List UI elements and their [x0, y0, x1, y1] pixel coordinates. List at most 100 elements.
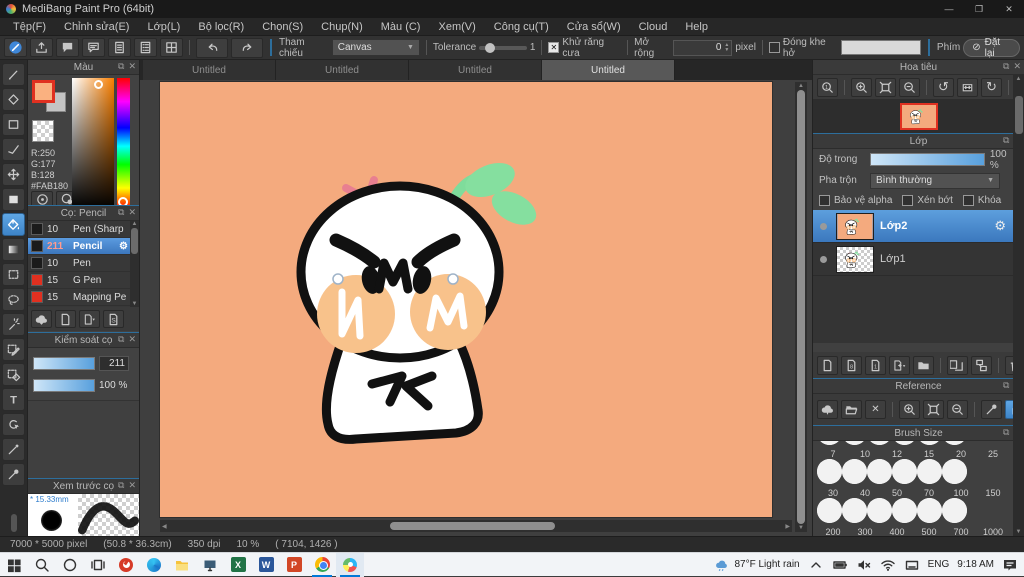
bucket-tool[interactable] — [2, 213, 25, 236]
select-eraser-tool[interactable] — [2, 363, 25, 386]
popout-icon[interactable]: ⧉ — [1003, 380, 1009, 391]
close-icon[interactable]: ✕ — [128, 207, 136, 218]
brush-size-value[interactable]: 211 — [99, 355, 129, 371]
zoom-in-button[interactable] — [851, 77, 872, 97]
brush-size-cell[interactable]: 150 — [977, 487, 1009, 498]
close-button[interactable]: ✕ — [994, 0, 1024, 18]
add-1bit-layer-button[interactable]: 1 — [865, 355, 886, 375]
brush-size-cell[interactable]: 400 — [881, 526, 913, 537]
saturation-value-square[interactable] — [72, 78, 114, 205]
color-wheel-button[interactable] — [31, 191, 53, 205]
menu-item[interactable]: Help — [676, 18, 717, 36]
menu-item[interactable]: Bộ lọc(R) — [189, 18, 253, 36]
brush-size-cell[interactable]: 50 — [881, 487, 913, 498]
brush-size-cell[interactable]: 30 — [817, 487, 849, 498]
popout-icon[interactable]: ⧉ — [118, 480, 124, 491]
popout-icon[interactable]: ⧉ — [118, 207, 124, 218]
reset-rotation-button[interactable] — [957, 77, 978, 97]
brush-size-cell[interactable]: 40 — [849, 487, 881, 498]
search-button[interactable] — [28, 553, 56, 577]
eyedropper-tool[interactable] — [2, 463, 25, 486]
reference-dropdown[interactable]: Canvas ▼ — [331, 39, 420, 56]
monitor-app-icon[interactable] — [196, 553, 224, 577]
brush-size-circles[interactable] — [817, 459, 1011, 487]
brush-size-cell[interactable]: 15 — [913, 448, 945, 459]
brush-size-cell[interactable]: 300 — [849, 526, 881, 537]
rotate-cw-button[interactable]: ↻ — [981, 77, 1002, 97]
brush-size-cell[interactable]: 500 — [913, 526, 945, 537]
brush-size-cell[interactable]: 700 — [945, 526, 977, 537]
layer-visibility-dot[interactable] — [820, 255, 827, 263]
comment-button[interactable] — [56, 38, 79, 57]
eraser-tool[interactable] — [2, 88, 25, 111]
transparent-color-swatch[interactable] — [32, 120, 54, 142]
brush-list-scrollbar[interactable]: ▲ ▼ — [130, 221, 139, 307]
popout-icon[interactable]: ⧉ — [118, 334, 124, 345]
brush-size-cell[interactable]: 12 — [881, 448, 913, 459]
clipping-checkbox[interactable] — [902, 195, 914, 206]
drawing-canvas[interactable] — [160, 82, 772, 517]
layer-visibility-dot[interactable] — [820, 222, 827, 230]
file-explorer-icon[interactable] — [168, 553, 196, 577]
merge-layer-button[interactable] — [971, 355, 992, 375]
excel-icon[interactable]: X — [224, 553, 252, 577]
popout-icon[interactable]: ⧉ — [1003, 61, 1009, 72]
brush-size-scrollbar[interactable]: ▲ ▼ — [1013, 75, 1024, 536]
medibang-taskbar-icon[interactable] — [336, 552, 364, 577]
gradient-tool[interactable] — [2, 238, 25, 261]
tray-expand-chevron[interactable] — [808, 557, 824, 573]
tolerance-slider[interactable] — [479, 42, 527, 53]
publish-button[interactable] — [30, 38, 53, 57]
battery-icon[interactable] — [832, 557, 848, 573]
document-button[interactable] — [108, 38, 131, 57]
expand-spinner[interactable]: 0 ▲ ▼ — [673, 39, 733, 56]
brush-row[interactable]: 10 Pen — [28, 255, 131, 272]
cloud-open-button[interactable] — [817, 400, 838, 419]
add-brush-menu-button[interactable] — [79, 310, 100, 328]
powerpoint-icon[interactable]: P — [280, 553, 308, 577]
layer-opacity-slider[interactable] — [869, 153, 985, 166]
close-gap-input[interactable] — [840, 40, 921, 55]
rotate-ccw-button[interactable]: ↺ — [933, 77, 954, 97]
menu-item[interactable]: Chọn(S) — [253, 18, 312, 36]
fit-button[interactable] — [923, 400, 944, 419]
brush-row[interactable]: 15 Mapping Pe — [28, 289, 131, 306]
zoom-out-button[interactable] — [947, 400, 968, 419]
canvas-tab[interactable]: Untitled — [276, 60, 409, 80]
layer-folder-button[interactable] — [913, 355, 934, 375]
actual-size-button[interactable]: 1 — [817, 77, 838, 97]
menu-item[interactable]: Công cụ(T) — [485, 18, 558, 36]
brush-size-cell[interactable]: 10 — [849, 448, 881, 459]
menu-item[interactable]: Chụp(N) — [312, 18, 372, 36]
brush-size-cell[interactable]: 100 — [945, 487, 977, 498]
foreground-color-swatch[interactable] — [32, 80, 55, 103]
menu-item[interactable]: Lớp(L) — [138, 18, 189, 36]
zoom-out-button[interactable] — [899, 77, 920, 97]
menu-item[interactable]: Chỉnh sửa(E) — [55, 18, 138, 36]
volume-muted-icon[interactable] — [856, 557, 872, 573]
brush-size-cell[interactable]: 1000 — [977, 526, 1009, 537]
select-pen-tool[interactable] — [2, 338, 25, 361]
clock[interactable]: 9:18 AM — [957, 559, 994, 570]
add-brush-button[interactable] — [55, 310, 76, 328]
menu-item[interactable]: Tệp(F) — [4, 18, 55, 36]
weather-widget[interactable]: 87°F Light rain — [714, 557, 800, 573]
language-indicator[interactable]: ENG — [928, 559, 950, 570]
brush-size-slider[interactable] — [33, 356, 95, 370]
vertical-scrollbar[interactable]: ▲ ▼ — [795, 82, 807, 532]
operation-tool[interactable] — [2, 413, 25, 436]
horizontal-scrollbar[interactable]: ◀ ▶ — [160, 520, 792, 532]
brush-row[interactable]: 15 G Pen — [28, 272, 131, 289]
fit-window-button[interactable] — [875, 77, 896, 97]
close-icon[interactable]: ✕ — [128, 334, 136, 345]
wifi-icon[interactable] — [880, 557, 896, 573]
canvas-tab[interactable]: Untitled — [409, 60, 542, 80]
popout-icon[interactable]: ⧉ — [1003, 427, 1009, 438]
document-list-button[interactable] — [134, 38, 157, 57]
edge-icon[interactable] — [140, 553, 168, 577]
lock-checkbox[interactable] — [962, 195, 974, 206]
layer-settings-gear-icon[interactable]: ⚙ — [994, 218, 1006, 234]
text-tool[interactable]: T — [2, 388, 25, 411]
menu-item[interactable]: Cửa sổ(W) — [558, 18, 630, 36]
open-file-button[interactable] — [841, 400, 862, 419]
